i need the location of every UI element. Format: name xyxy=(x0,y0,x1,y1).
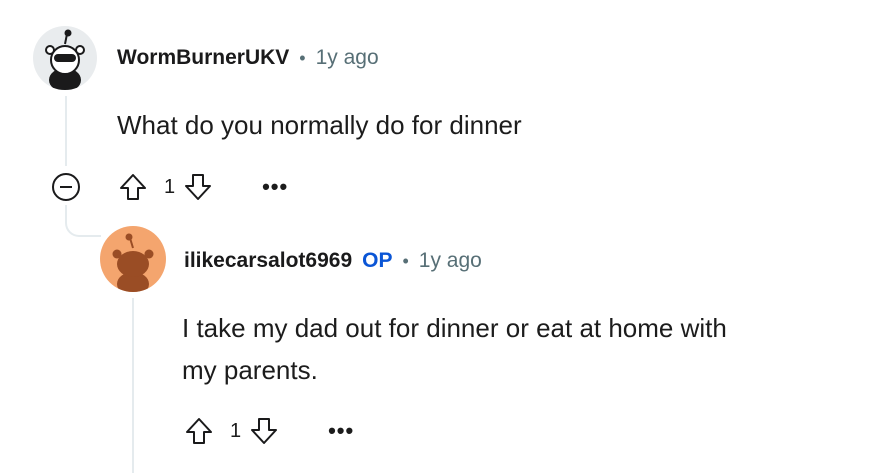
op-badge: OP xyxy=(362,249,393,272)
avatar[interactable] xyxy=(33,26,97,90)
downvote-button[interactable] xyxy=(181,170,215,204)
comment-body-line: my parents. xyxy=(182,355,318,385)
upvote-button[interactable] xyxy=(182,414,216,448)
separator: • xyxy=(402,250,409,271)
comment-actions: 1 ••• xyxy=(116,168,293,206)
username[interactable]: WormBurnerUKV xyxy=(117,46,289,70)
avatar[interactable] xyxy=(100,226,166,292)
downvote-button[interactable] xyxy=(247,414,281,448)
comment-header: ilikecarsalot6969 OP • 1y ago xyxy=(184,249,482,273)
snoo-with-sunglasses-icon xyxy=(45,29,85,90)
comment-actions: 1 ••• xyxy=(182,412,359,450)
separator: • xyxy=(299,47,306,68)
collapse-minus-icon xyxy=(52,173,80,201)
more-options-button[interactable]: ••• xyxy=(323,416,359,446)
upvote-button[interactable] xyxy=(116,170,150,204)
collapse-button[interactable] xyxy=(51,172,81,202)
vote-count: 1 xyxy=(164,175,176,198)
downvote-arrow-icon xyxy=(185,174,212,200)
comment-header: WormBurnerUKV • 1y ago xyxy=(117,46,379,70)
snoo-default-icon xyxy=(112,233,154,292)
thread-line-parent xyxy=(65,96,67,166)
downvote-arrow-icon xyxy=(251,418,278,444)
upvote-arrow-icon xyxy=(186,418,212,444)
thread-branch-connector xyxy=(65,205,101,237)
more-options-button[interactable]: ••• xyxy=(257,172,293,202)
vote-count: 1 xyxy=(230,419,242,442)
thread-line-reply xyxy=(132,298,134,473)
upvote-arrow-icon xyxy=(120,174,146,200)
comment-body: I take my dad out for dinner or eat at h… xyxy=(182,307,727,391)
comment-body: What do you normally do for dinner xyxy=(117,110,522,140)
timestamp[interactable]: 1y ago xyxy=(316,46,379,70)
timestamp[interactable]: 1y ago xyxy=(419,249,482,273)
comment-body-line: I take my dad out for dinner or eat at h… xyxy=(182,313,727,343)
username[interactable]: ilikecarsalot6969 xyxy=(184,249,352,273)
